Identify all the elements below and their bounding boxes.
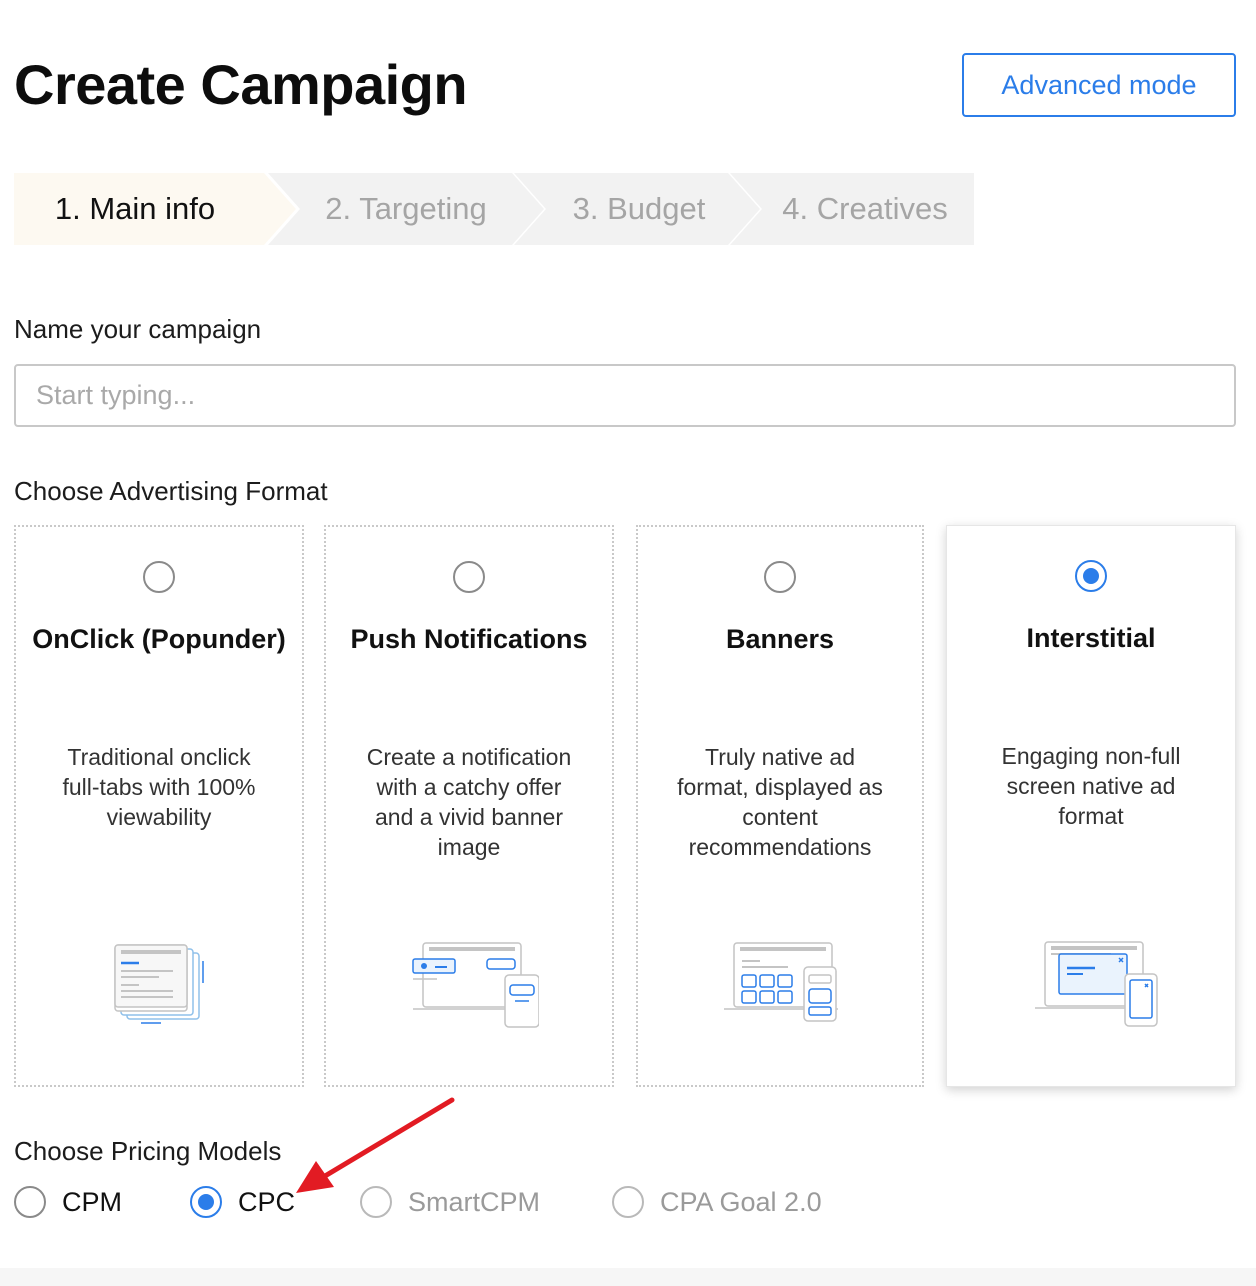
format-description: Engaging non-full screen native ad forma… (1001, 743, 1181, 829)
pricing-radio[interactable] (14, 1186, 46, 1218)
step-label: 1. Main info (54, 191, 216, 226)
format-title: Push Notifications (350, 624, 588, 654)
format-title: Banners (725, 624, 835, 654)
format-radio[interactable] (1075, 560, 1107, 592)
pricing-section-label: Choose Pricing Models (14, 1136, 282, 1166)
format-radio[interactable] (453, 561, 485, 593)
format-radio[interactable] (764, 561, 796, 593)
format-card-banners[interactable]: Banners Truly native ad format, displaye… (636, 525, 924, 1087)
format-description: Truly native ad format, displayed as con… (677, 744, 883, 860)
pricing-label: CPC (238, 1186, 296, 1217)
step-label: 2. Targeting (325, 191, 487, 226)
format-card-onclick[interactable]: OnClick (Popunder) Traditional onclick f… (14, 525, 304, 1087)
pricing-option-cpm[interactable]: CPM (14, 1183, 122, 1221)
pricing-option-cpc[interactable]: CPC (190, 1183, 295, 1221)
pricing-label: CPA Goal 2.0 (660, 1186, 822, 1217)
banner-illustration-icon (724, 942, 838, 1022)
step-label: 4. Creatives (782, 191, 948, 226)
format-description: Traditional onclick full-tabs with 100% … (62, 744, 256, 830)
step-budget[interactable]: 3. Budget (514, 173, 760, 245)
footer-strip (0, 1268, 1256, 1286)
step-label: 3. Budget (572, 191, 706, 226)
annotation-arrow-icon (296, 1097, 455, 1193)
pricing-radio[interactable] (190, 1186, 222, 1218)
step-targeting[interactable]: 2. Targeting (268, 173, 544, 245)
onclick-illustration-icon (114, 944, 204, 1024)
format-description: Create a notification with a catchy offe… (366, 744, 572, 860)
format-section-label: Choose Advertising Format (14, 476, 328, 506)
advanced-mode-button[interactable]: Advanced mode (962, 53, 1236, 117)
format-card-interstitial[interactable]: Interstitial Engaging non-full screen na… (946, 525, 1236, 1087)
pricing-label: CPM (62, 1186, 122, 1217)
format-radio[interactable] (143, 561, 175, 593)
interstitial-illustration-icon (1035, 941, 1158, 1027)
step-main-info[interactable]: 1. Main info (14, 173, 296, 245)
campaign-name-input[interactable] (14, 364, 1236, 427)
format-title: Interstitial (1026, 623, 1156, 653)
pricing-option-cpa-goal[interactable]: CPA Goal 2.0 (612, 1183, 822, 1221)
stepper: 1. Main info 2. Targeting 3. Budget 4. C… (14, 173, 974, 245)
page-title: Create Campaign (14, 53, 468, 116)
push-illustration-icon (412, 942, 539, 1028)
pricing-radio[interactable] (612, 1186, 644, 1218)
campaign-name-label: Name your campaign (14, 314, 262, 344)
step-creatives[interactable]: 4. Creatives (730, 173, 974, 245)
format-title: OnClick (Popunder) (32, 624, 286, 654)
format-card-push[interactable]: Push Notifications Create a notification… (324, 525, 614, 1087)
